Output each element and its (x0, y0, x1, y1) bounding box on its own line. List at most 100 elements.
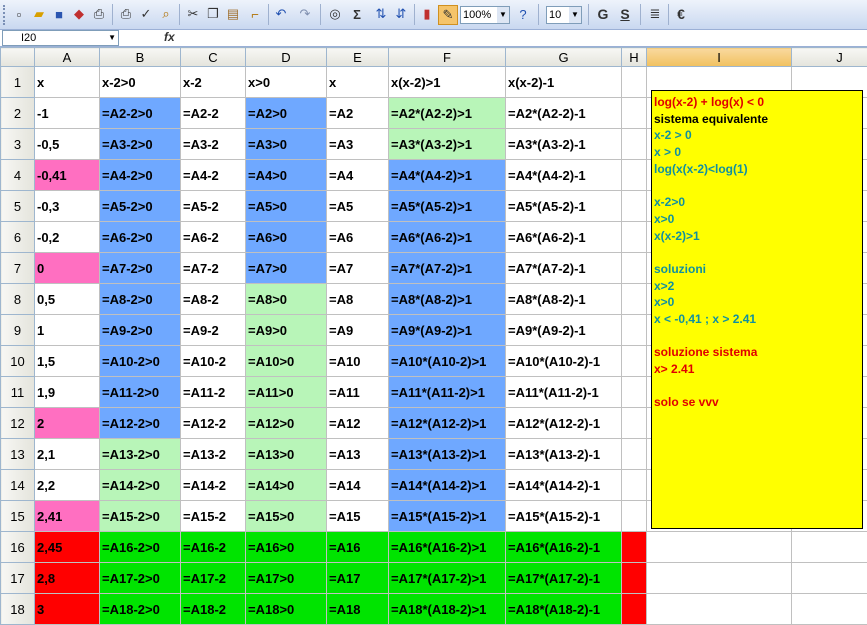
cell[interactable]: =A17*(A17-2)-1 (506, 563, 622, 594)
cell[interactable] (622, 98, 647, 129)
row-header[interactable]: 18 (1, 594, 35, 625)
cell[interactable]: =A8 (327, 284, 389, 315)
cell[interactable]: x(x-2)-1 (506, 67, 622, 98)
cell[interactable] (622, 160, 647, 191)
chevron-down-icon[interactable]: ▼ (108, 31, 116, 45)
column-header-g[interactable]: G (506, 48, 622, 67)
cell[interactable]: =A2*(A2-2)>1 (389, 98, 506, 129)
cell[interactable]: =A3-2>0 (100, 129, 181, 160)
cell[interactable]: =A8*(A8-2)-1 (506, 284, 622, 315)
cell[interactable]: =A4*(A4-2)>1 (389, 160, 506, 191)
row-header[interactable]: 13 (1, 439, 35, 470)
cell[interactable]: =A13*(A13-2)>1 (389, 439, 506, 470)
cell[interactable]: x (327, 67, 389, 98)
cell[interactable]: -0,5 (35, 129, 100, 160)
fx-icon[interactable]: fx (164, 30, 175, 44)
cell[interactable]: =A9*(A9-2)-1 (506, 315, 622, 346)
cell[interactable] (622, 67, 647, 98)
cell[interactable] (622, 253, 647, 284)
cell[interactable]: 3 (35, 594, 100, 625)
cell[interactable]: =A3>0 (246, 129, 327, 160)
cell[interactable] (647, 563, 792, 594)
cell[interactable]: =A5*(A5-2)-1 (506, 191, 622, 222)
cell[interactable]: =A16>0 (246, 532, 327, 563)
chevron-down-icon[interactable]: ▼ (497, 7, 509, 23)
cut-icon[interactable]: ✂ (184, 5, 202, 23)
print-icon[interactable]: ⎙ (90, 5, 108, 23)
cell[interactable]: x-2>0 (100, 67, 181, 98)
column-header-i[interactable]: I (647, 48, 792, 67)
row-header[interactable]: 3 (1, 129, 35, 160)
cell[interactable]: =A8>0 (246, 284, 327, 315)
cell[interactable]: x-2 (181, 67, 246, 98)
cell[interactable]: =A10>0 (246, 346, 327, 377)
cell[interactable]: =A18 (327, 594, 389, 625)
cell[interactable]: =A8-2 (181, 284, 246, 315)
cell[interactable] (622, 315, 647, 346)
row-header[interactable]: 1 (1, 67, 35, 98)
cell[interactable]: =A2-2 (181, 98, 246, 129)
cell[interactable]: =A12>0 (246, 408, 327, 439)
cell[interactable]: =A4-2 (181, 160, 246, 191)
cell[interactable]: =A18>0 (246, 594, 327, 625)
toolbar-grip[interactable] (3, 5, 8, 25)
column-header-e[interactable]: E (327, 48, 389, 67)
cell[interactable]: =A5 (327, 191, 389, 222)
cell[interactable]: =A11>0 (246, 377, 327, 408)
cell[interactable]: -1 (35, 98, 100, 129)
cell[interactable]: =A7-2 (181, 253, 246, 284)
row-header[interactable]: 11 (1, 377, 35, 408)
cell[interactable]: =A15 (327, 501, 389, 532)
cell[interactable]: -0,3 (35, 191, 100, 222)
cell[interactable]: x (35, 67, 100, 98)
row-header[interactable]: 4 (1, 160, 35, 191)
cell[interactable]: =A17-2>0 (100, 563, 181, 594)
cell[interactable] (792, 532, 867, 563)
cell[interactable]: =A15-2>0 (100, 501, 181, 532)
row-header[interactable]: 6 (1, 222, 35, 253)
cell[interactable]: =A16*(A16-2)-1 (506, 532, 622, 563)
cell[interactable]: =A9*(A9-2)>1 (389, 315, 506, 346)
cell[interactable]: =A7*(A7-2)-1 (506, 253, 622, 284)
row-header[interactable]: 16 (1, 532, 35, 563)
cell[interactable] (622, 346, 647, 377)
cell[interactable]: =A14 (327, 470, 389, 501)
cell[interactable]: 2 (35, 408, 100, 439)
cell[interactable]: -0,41 (35, 160, 100, 191)
cell[interactable] (622, 532, 647, 563)
cell[interactable]: 2,8 (35, 563, 100, 594)
underline-button[interactable]: S (616, 5, 634, 23)
column-header-b[interactable]: B (100, 48, 181, 67)
redo-icon[interactable]: ↷ (296, 5, 314, 23)
cell[interactable]: =A10*(A10-2)-1 (506, 346, 622, 377)
cell[interactable]: =A4*(A4-2)-1 (506, 160, 622, 191)
permission-icon[interactable]: ◆ (70, 5, 88, 23)
column-header-h[interactable]: H (622, 48, 647, 67)
cell[interactable]: =A16*(A16-2)>1 (389, 532, 506, 563)
column-header-c[interactable]: C (181, 48, 246, 67)
cell[interactable]: =A11 (327, 377, 389, 408)
cell[interactable]: =A13-2>0 (100, 439, 181, 470)
cell[interactable] (622, 377, 647, 408)
cell[interactable] (622, 129, 647, 160)
cell[interactable]: =A11-2>0 (100, 377, 181, 408)
cell[interactable]: =A9-2 (181, 315, 246, 346)
chevron-down-icon[interactable]: ▼ (569, 7, 581, 23)
cell[interactable]: =A9-2>0 (100, 315, 181, 346)
cell[interactable]: =A2>0 (246, 98, 327, 129)
cell[interactable]: -0,2 (35, 222, 100, 253)
cell[interactable]: =A18*(A18-2)>1 (389, 594, 506, 625)
chart-icon[interactable]: ▮ (418, 5, 436, 23)
cell[interactable] (647, 532, 792, 563)
cell[interactable]: =A10*(A10-2)>1 (389, 346, 506, 377)
currency-button[interactable]: € (672, 5, 690, 23)
cell[interactable]: =A13>0 (246, 439, 327, 470)
cell[interactable]: =A2-2>0 (100, 98, 181, 129)
cell[interactable]: =A4>0 (246, 160, 327, 191)
column-header-d[interactable]: D (246, 48, 327, 67)
format-painter-icon[interactable]: ⌐ (246, 5, 264, 23)
copy-icon[interactable]: ❐ (204, 5, 222, 23)
open-icon[interactable]: ▰ (30, 5, 48, 23)
row-header[interactable]: 10 (1, 346, 35, 377)
cell[interactable] (622, 284, 647, 315)
